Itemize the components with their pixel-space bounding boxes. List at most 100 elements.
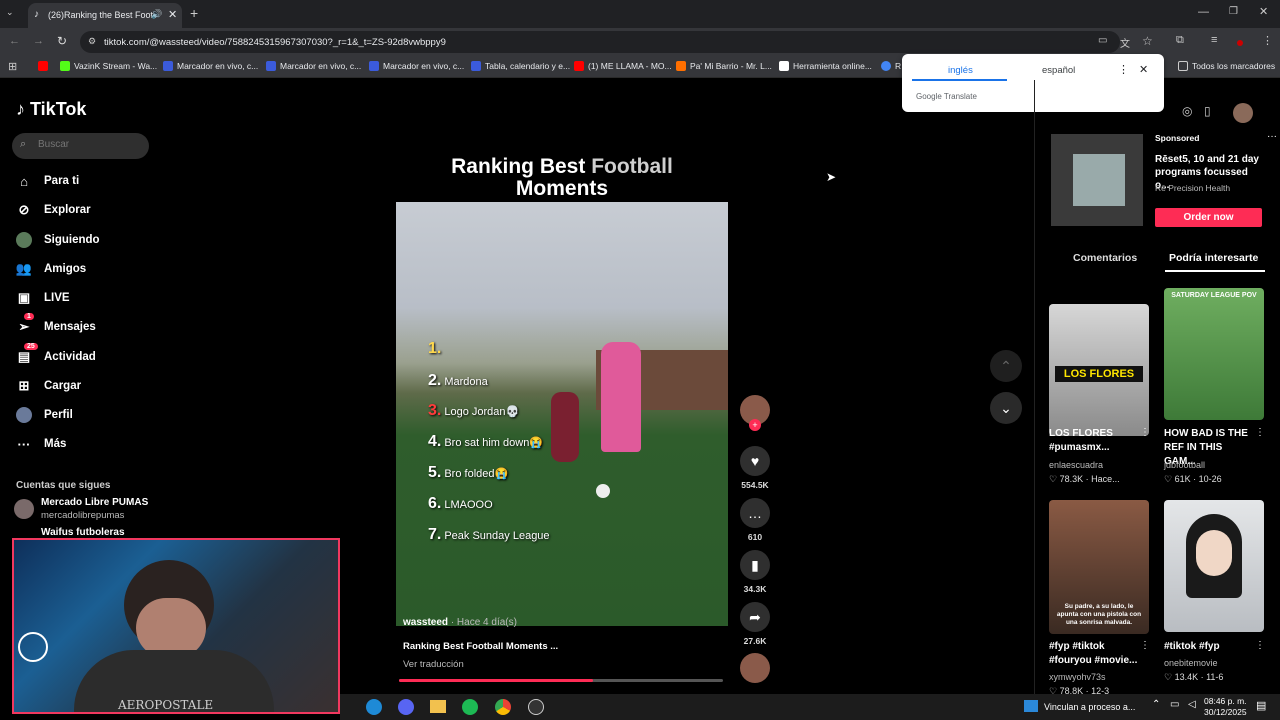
site-icon	[369, 61, 379, 71]
share-button[interactable]: ➦ 27.6K	[738, 602, 772, 646]
comment-button[interactable]: … 610	[738, 498, 772, 542]
card-title[interactable]: #fyp #tiktok #fouryou #movie...	[1049, 640, 1141, 668]
bookmark-4[interactable]: Marcador en vivo, c...	[369, 61, 464, 71]
site-info-icon[interactable]: ⚙	[88, 36, 96, 47]
card-title[interactable]: LOS FLORES #pumasmx...	[1049, 427, 1141, 455]
taskbar-notification[interactable]: Vinculan a proceso a...	[1044, 702, 1135, 712]
card-author[interactable]: onebitemovie	[1164, 658, 1218, 668]
nav-actividad[interactable]: ▤ 25 Actividad	[16, 343, 96, 365]
profile-dot-icon[interactable]	[1237, 40, 1243, 46]
save-button[interactable]: ▮ 34.3K	[738, 550, 772, 594]
obs-icon[interactable]	[528, 699, 544, 715]
media-icon[interactable]: ≡	[1211, 34, 1217, 46]
install-icon[interactable]: ▭	[1098, 35, 1107, 46]
nav-amigos[interactable]: 👥 Amigos	[16, 261, 86, 277]
card-author[interactable]: xymwyohv73s	[1049, 672, 1106, 682]
menu-icon[interactable]: ⋮	[1262, 34, 1273, 47]
translate-more-icon[interactable]: ⋮	[1118, 63, 1129, 76]
back-icon[interactable]: ←	[9, 35, 20, 47]
follow-plus-icon[interactable]: +	[749, 419, 761, 431]
creator-avatar[interactable]: +	[738, 395, 772, 431]
card-more-icon[interactable]: ⋮	[1140, 640, 1150, 651]
suggested-video-0[interactable]: LOS FLORES	[1049, 304, 1149, 436]
like-button[interactable]: ♥ 554.5K	[738, 446, 772, 490]
translate-close-icon[interactable]: ✕	[1139, 63, 1148, 76]
bookmark-9[interactable]: R	[881, 61, 901, 71]
forward-icon[interactable]: →	[33, 35, 44, 47]
notifications-icon[interactable]: ▤	[1256, 699, 1266, 712]
shirt-text: AEROPOSTALE	[118, 698, 214, 712]
ad-more-icon[interactable]: ···	[1267, 131, 1277, 142]
volume-icon[interactable]: ◁	[1188, 699, 1196, 710]
browser-tab[interactable]: ♪ (26)Ranking the Best Football 🔊 ✕	[28, 3, 182, 28]
bookmark-star-icon[interactable]: ☆	[1142, 34, 1153, 48]
all-bookmarks[interactable]: Todos los marcadores	[1178, 61, 1275, 71]
bookmark-0[interactable]	[38, 61, 52, 71]
video-author[interactable]: wassteed	[403, 617, 448, 628]
suggested-video-2[interactable]: Su padre, a su lado, le apunta con una p…	[1049, 500, 1149, 634]
close-window-button[interactable]: ✕	[1259, 5, 1268, 18]
bookmark-7[interactable]: Pa' Mi Barrio - Mr. L...	[676, 61, 772, 71]
translate-lang-to[interactable]: español	[1042, 65, 1075, 76]
search-box[interactable]: ⌕	[12, 133, 149, 159]
tiktok-logo[interactable]: ♪ TikTok	[16, 99, 86, 120]
tray-chevron-icon[interactable]: ⌃	[1152, 699, 1160, 710]
nav-mas[interactable]: ··· Más	[16, 436, 67, 452]
file-explorer-icon[interactable]	[430, 700, 446, 713]
bookmark-3[interactable]: Marcador en vivo, c...	[266, 61, 361, 71]
search-input[interactable]	[38, 139, 138, 150]
card-author[interactable]: enlaescuadra	[1049, 460, 1103, 470]
extensions-icon[interactable]: ⧉	[1176, 34, 1184, 47]
ad-thumbnail[interactable]	[1051, 134, 1143, 226]
edge-icon[interactable]	[366, 699, 382, 715]
close-tab-icon[interactable]: ✕	[168, 8, 177, 21]
order-now-button[interactable]: Order now	[1155, 208, 1262, 227]
bookmark-6[interactable]: (1) ME LLAMA - MO...	[574, 61, 672, 71]
nav-para-ti[interactable]: ⌂ Para ti	[16, 173, 79, 189]
new-tab-button[interactable]: +	[190, 5, 198, 21]
tab-list-button[interactable]: ⌄	[6, 7, 20, 21]
tab-comentarios[interactable]: Comentarios	[1073, 252, 1137, 264]
suggested-video-3[interactable]	[1164, 500, 1264, 632]
card-author[interactable]: jdbfootball	[1164, 460, 1205, 470]
translate-icon[interactable]: 文	[1120, 35, 1130, 50]
sound-avatar[interactable]	[738, 653, 772, 683]
chrome-icon[interactable]	[495, 699, 511, 715]
nav-perfil[interactable]: Perfil	[16, 407, 73, 423]
previous-video-button[interactable]: ⌃	[990, 350, 1022, 382]
video-caption[interactable]: Ranking Best Football Moments ...	[403, 641, 558, 652]
suggested-video-1[interactable]: SATURDAY LEAGUE POV	[1164, 288, 1264, 420]
bookmark-8[interactable]: Herramienta online...	[779, 61, 872, 71]
news-icon[interactable]	[1024, 700, 1038, 712]
bookmark-1[interactable]: VazinK Stream - Wa...	[60, 61, 157, 71]
discord-icon[interactable]	[398, 699, 414, 715]
tab-podria-interesarte[interactable]: Podría interesarte	[1169, 252, 1258, 264]
omnibox[interactable]: ⚙ tiktok.com/@wassteed/video/75882453159…	[80, 31, 1120, 53]
clock-time[interactable]: 08:46 p. m.	[1204, 696, 1247, 706]
bookmark-5[interactable]: Tabla, calendario y e...	[471, 61, 570, 71]
nav-explorar[interactable]: ⊘ Explorar	[16, 202, 91, 218]
card-title[interactable]: #tiktok #fyp	[1164, 640, 1256, 654]
video-progress-bar[interactable]	[399, 679, 723, 682]
clock-date[interactable]: 30/12/2025	[1204, 707, 1247, 717]
next-video-button[interactable]: ⌄	[990, 392, 1022, 424]
nav-mensajes[interactable]: ➢ 1 Mensajes	[16, 313, 96, 335]
nav-siguiendo[interactable]: Siguiendo	[16, 232, 100, 248]
reload-icon[interactable]: ↻	[57, 34, 67, 48]
video-player[interactable]: 1. 2. Mardona 3. Logo Jordan💀 4. Bro sat hi…	[396, 202, 728, 626]
speaker-icon[interactable]: 🔊	[151, 9, 162, 20]
card-more-icon[interactable]: ⋮	[1140, 427, 1150, 438]
network-icon[interactable]: ▭	[1170, 699, 1179, 710]
nav-cargar[interactable]: ⊞ Cargar	[16, 378, 82, 394]
heart-icon: ♥	[740, 446, 770, 476]
card-more-icon[interactable]: ⋮	[1255, 427, 1265, 438]
apps-icon[interactable]: ⊞	[8, 60, 17, 73]
bookmark-2[interactable]: Marcador en vivo, c...	[163, 61, 258, 71]
maximize-button[interactable]: ❐	[1229, 6, 1238, 17]
nav-live[interactable]: ▣ LIVE	[16, 290, 70, 306]
translate-lang-from[interactable]: inglés	[948, 65, 973, 76]
minimize-button[interactable]: —	[1198, 6, 1209, 18]
see-translation-link[interactable]: Ver traducción	[403, 659, 464, 670]
spotify-icon[interactable]	[462, 699, 478, 715]
card-more-icon[interactable]: ⋮	[1255, 640, 1265, 651]
